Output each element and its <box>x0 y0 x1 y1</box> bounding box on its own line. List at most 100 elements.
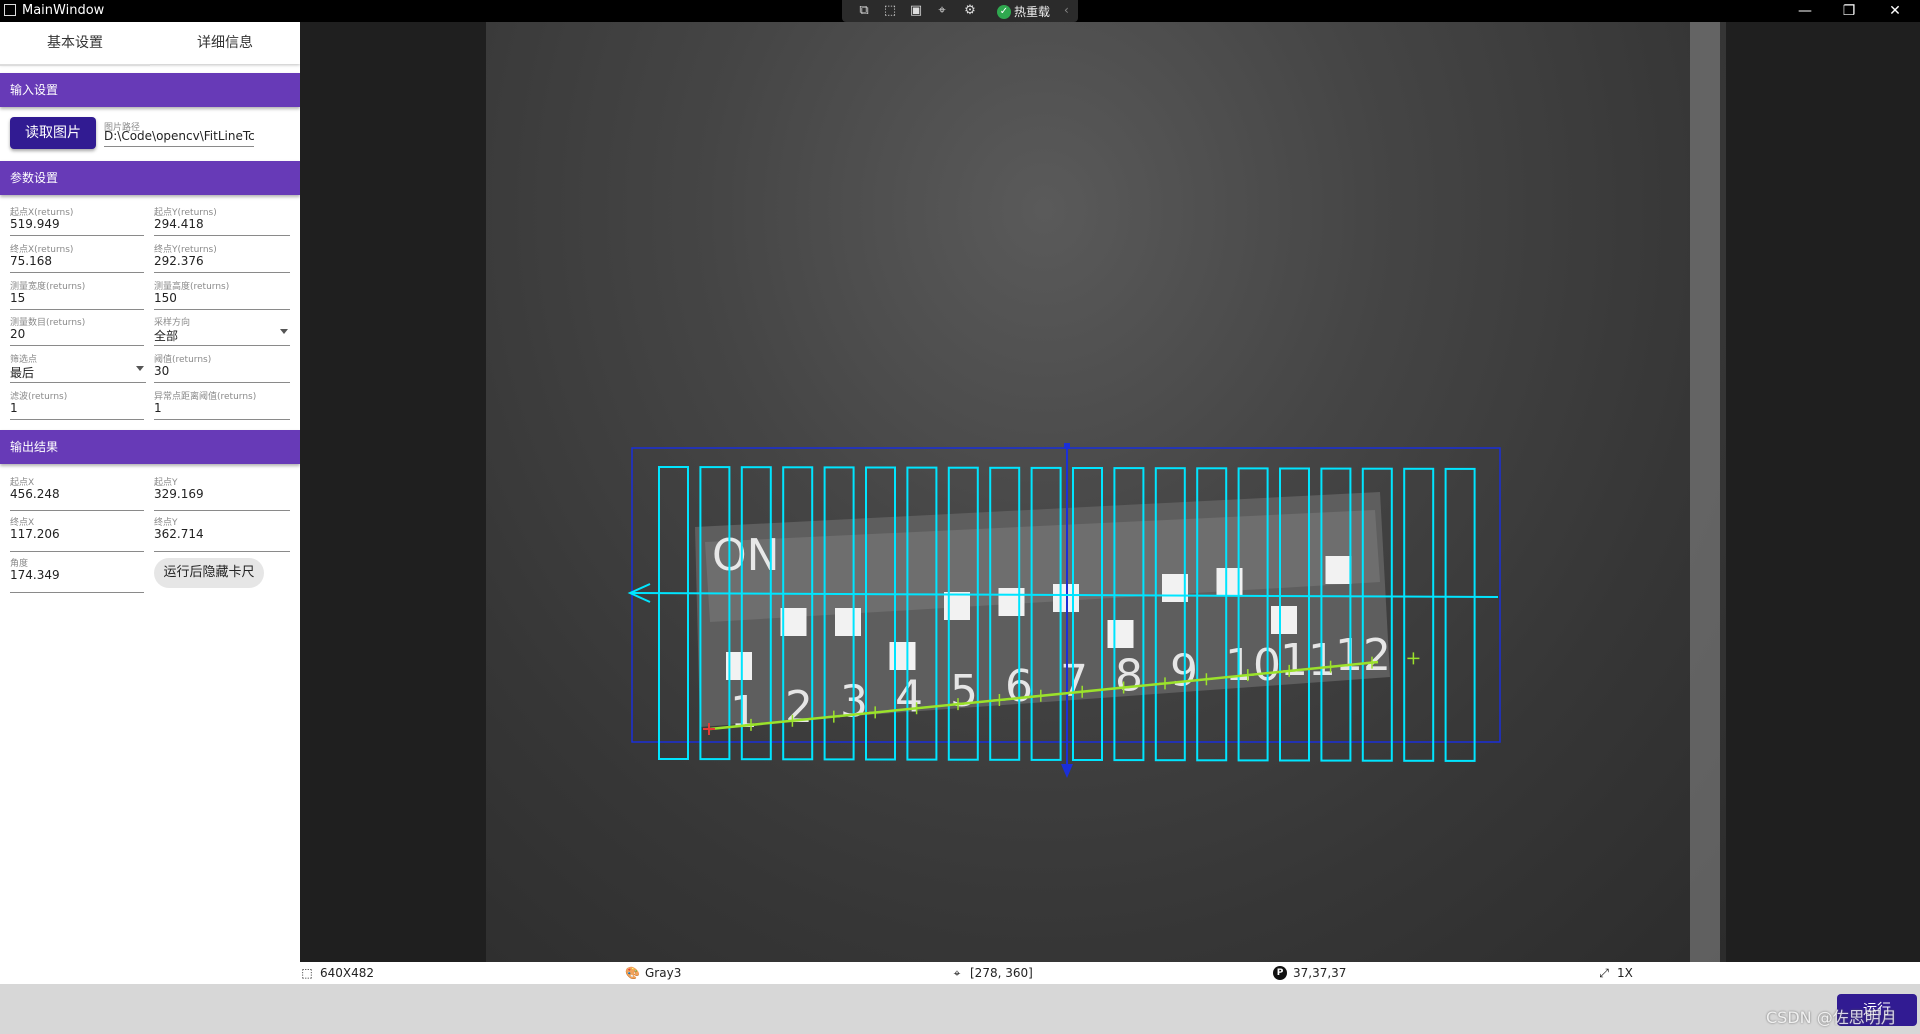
color-mode-value: Gray3 <box>645 966 682 980</box>
chevron-left-icon[interactable]: ‹ <box>1064 3 1069 17</box>
window-title: MainWindow <box>22 3 105 18</box>
display-adorners-icon[interactable]: ▣ <box>908 3 924 19</box>
field-value: 456.248 <box>10 487 60 501</box>
close-button[interactable]: ✕ <box>1872 1 1918 21</box>
edge-point-marker <box>1407 652 1420 665</box>
minimize-button[interactable]: — <box>1782 1 1828 21</box>
sidebar: 基本设置 详细信息 输入设置 读取图片 图片路径 D:\Code\opencv\… <box>0 22 300 984</box>
end-x-field[interactable]: 终点X(returns) 75.168 <box>10 239 144 273</box>
switch-knob <box>1271 606 1297 634</box>
tab-bar: 基本设置 详细信息 <box>0 22 300 66</box>
measure-count-field[interactable]: 测量数目(returns) 20 <box>10 312 144 346</box>
pixel-icon: P <box>1273 966 1287 980</box>
image-path-value: D:\Code\opencv\FitLineTc <box>104 129 255 143</box>
image-size-value: 640X482 <box>320 966 375 980</box>
hot-reload-status[interactable]: ✓ 热重载 <box>997 3 1050 20</box>
measure-height-field[interactable]: 测量高度(returns) 150 <box>154 276 290 310</box>
switch-knob <box>835 608 861 636</box>
result-end-x: 终点X 117.206 <box>10 512 144 552</box>
image-edge-highlight <box>1690 22 1720 962</box>
on-label: ON <box>712 530 780 581</box>
switch-knob <box>889 642 916 670</box>
sample-direction-select[interactable]: 采样方向 全部 <box>154 312 290 346</box>
hot-reload-label: 热重载 <box>1014 5 1051 19</box>
filter-field[interactable]: 滤波(returns) 1 <box>10 386 144 420</box>
switch-number: 4 <box>895 671 923 722</box>
filter-point-select[interactable]: 筛选点 最后 <box>10 349 146 383</box>
measure-width-field[interactable]: 测量宽度(returns) 15 <box>10 276 144 310</box>
chevron-down-icon <box>280 329 288 334</box>
switch-number: 1 <box>730 687 758 738</box>
threshold-field[interactable]: 阈值(returns) 30 <box>154 349 290 383</box>
result-angle: 角度 174.349 <box>10 553 144 593</box>
start-x-field[interactable]: 起点X(returns) 519.949 <box>10 202 144 236</box>
field-value: 174.349 <box>10 568 60 582</box>
title-bar: MainWindow ⧉ ⬚ ▣ ⌖ ⚙ ✓ 热重载 ‹ — ❐ ✕ <box>0 0 1920 22</box>
switch-knob <box>998 588 1025 616</box>
field-value: 150 <box>154 291 177 305</box>
roi-handle-top[interactable] <box>1064 443 1070 449</box>
field-value: 30 <box>154 364 170 378</box>
caliper-box <box>658 466 689 760</box>
switch-knob <box>780 608 807 636</box>
position-value: [278, 360] <box>970 966 1033 980</box>
field-value: 294.418 <box>154 217 204 231</box>
result-end-y: 终点Y 362.714 <box>154 512 290 552</box>
track-focus-icon[interactable]: ⌖ <box>934 3 950 19</box>
status-pixel: P 37,37,37 <box>1273 966 1346 980</box>
status-size: ⬚ 640X482 <box>300 966 374 980</box>
switch-number: 2 <box>785 682 813 733</box>
end-y-field[interactable]: 终点Y(returns) 292.376 <box>154 239 290 273</box>
switch-number: 8 <box>1115 651 1143 702</box>
location-pin-icon: ⌖ <box>953 966 961 980</box>
output-section-header: 输出结果 <box>0 430 300 464</box>
outlier-distance-field[interactable]: 异常点距离阈值(returns) 1 <box>154 386 290 420</box>
live-tree-icon[interactable]: ⧉ <box>856 3 872 19</box>
tab-details[interactable]: 详细信息 <box>150 22 300 64</box>
field-label: 异常点距离阈值(returns) <box>154 392 257 402</box>
watermark: CSDN @佐思明月 <box>1766 1008 1897 1027</box>
image-viewer[interactable]: ON 1 2 3 4 5 6 7 8 9 10 11 12 <box>300 22 1920 962</box>
select-element-icon[interactable]: ⬚ <box>882 3 898 19</box>
result-start-x: 起点X 456.248 <box>10 472 144 511</box>
caliper-box <box>1403 467 1435 762</box>
tab-basic-settings[interactable]: 基本设置 <box>0 22 150 66</box>
roi-vertical-arrow <box>1061 764 1073 778</box>
field-value: 1 <box>10 401 18 415</box>
bottom-bar <box>0 984 1920 1034</box>
chevron-down-icon <box>136 366 144 371</box>
field-label: 滤波(returns) <box>10 392 68 402</box>
switch-knob <box>1107 620 1134 648</box>
switch-number: 10 <box>1225 640 1281 691</box>
pixel-value: 37,37,37 <box>1293 966 1347 980</box>
field-value: 1 <box>154 401 162 415</box>
caliper-box <box>1444 467 1476 762</box>
binding-failures-icon[interactable]: ⚙ <box>962 3 978 19</box>
restore-button[interactable]: ❐ <box>1826 1 1872 21</box>
status-position: ⌖ [278, 360] <box>950 966 1033 980</box>
overlay-canvas: ON 1 2 3 4 5 6 7 8 9 10 11 12 <box>627 22 1720 962</box>
field-value: 全部 <box>154 329 179 343</box>
image-path-field[interactable]: 图片路径 D:\Code\opencv\FitLineTc <box>104 117 255 147</box>
field-value: 75.168 <box>10 254 52 268</box>
field-value: 519.949 <box>10 217 60 231</box>
field-value: 20 <box>10 327 26 341</box>
zoom-value: 1X <box>1617 966 1633 980</box>
field-value: 117.206 <box>10 527 60 541</box>
input-section-header: 输入设置 <box>0 73 300 107</box>
read-image-button[interactable]: 读取图片 <box>10 117 96 149</box>
app-icon <box>4 4 16 16</box>
check-icon: ✓ <box>997 4 1011 19</box>
hide-caliper-button[interactable]: 运行后隐藏卡尺 <box>154 558 264 588</box>
zoom-icon: ⤢ <box>1599 966 1609 980</box>
field-value: 329.169 <box>154 487 204 501</box>
switch-number: 5 <box>950 666 978 717</box>
switch-knob <box>1325 556 1352 584</box>
status-color-mode: 🎨 Gray3 <box>625 966 681 980</box>
status-zoom: ⤢ 1X <box>1597 966 1633 980</box>
start-y-field[interactable]: 起点Y(returns) 294.418 <box>154 202 290 236</box>
status-bar: ⬚ 640X482 🎨 Gray3 ⌖ [278, 360] P 37,37,3… <box>300 962 1920 984</box>
result-start-y: 起点Y 329.169 <box>154 472 290 511</box>
field-value: 最后 <box>10 366 35 380</box>
field-value: 15 <box>10 291 26 305</box>
